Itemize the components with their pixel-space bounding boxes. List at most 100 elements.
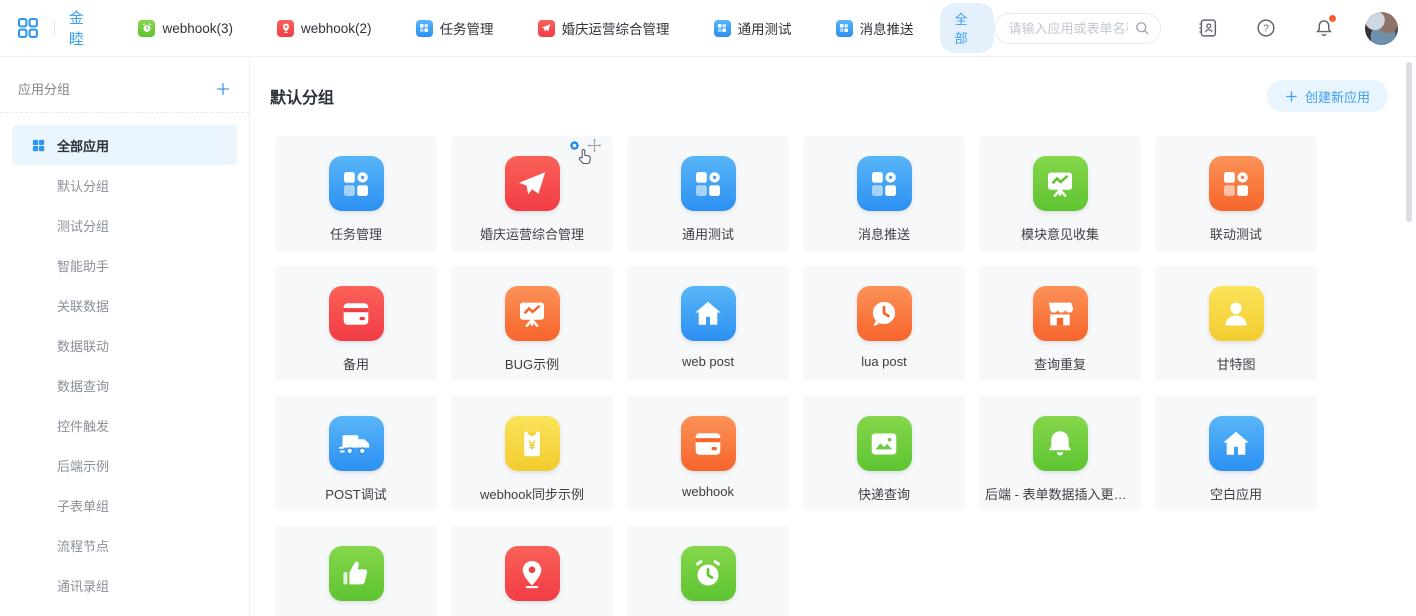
bell-icon bbox=[1033, 416, 1088, 471]
create-app-button[interactable]: 创建新应用 bbox=[1267, 80, 1388, 112]
sidebar-item[interactable]: 默认分组 bbox=[0, 165, 249, 205]
topbar-tab[interactable]: webhook(3) bbox=[138, 20, 233, 37]
tab-label: 消息推送 bbox=[860, 18, 914, 38]
vertical-scrollbar[interactable] bbox=[1406, 62, 1412, 222]
app-card[interactable]: 任务管理 bbox=[275, 136, 437, 251]
sidebar-item[interactable]: 通讯录组 bbox=[0, 565, 249, 605]
sidebar-item-label: 子表单组 bbox=[57, 496, 109, 515]
app-card[interactable]: 查询重复 bbox=[979, 266, 1141, 381]
app-card[interactable]: webhook(3) bbox=[627, 526, 789, 616]
sidebar-item[interactable]: 流程节点 bbox=[0, 525, 249, 565]
tab-label: webhook(2) bbox=[301, 21, 372, 36]
alarm-icon bbox=[681, 546, 736, 601]
sidebar-item-label: 全部应用 bbox=[57, 136, 109, 155]
create-app-label: 创建新应用 bbox=[1305, 87, 1370, 106]
truck-icon bbox=[329, 416, 384, 471]
sidebar-item[interactable]: 子表单组 bbox=[0, 485, 249, 525]
grid-icon bbox=[31, 138, 46, 153]
unread-dot bbox=[1329, 15, 1336, 22]
sidebar-item[interactable]: 计划任务 bbox=[0, 605, 249, 616]
app-name: 甘特图 bbox=[1216, 354, 1255, 373]
app-name: 消息推送 bbox=[858, 224, 910, 243]
topbar-tab[interactable]: 消息推送 bbox=[836, 18, 914, 38]
thumb-icon bbox=[329, 546, 384, 601]
sidebar-item[interactable]: 数据查询 bbox=[0, 365, 249, 405]
app-card[interactable]: BUG示例 bbox=[451, 266, 613, 381]
grid-icon bbox=[681, 156, 736, 211]
page-title: 默认分组 bbox=[270, 84, 334, 108]
app-card[interactable]: 快递查询 bbox=[803, 396, 965, 511]
sidebar-title: 应用分组 bbox=[18, 79, 70, 98]
app-card[interactable]: lua post bbox=[803, 266, 965, 381]
tab-all[interactable]: 全部 bbox=[940, 3, 994, 53]
topbar-tab[interactable]: webhook(2) bbox=[277, 20, 372, 37]
app-grid-logo-icon[interactable] bbox=[16, 15, 40, 41]
move-icon[interactable] bbox=[587, 138, 602, 153]
avatar[interactable] bbox=[1365, 12, 1398, 45]
sidebar-item-label: 数据查询 bbox=[57, 376, 109, 395]
svg-text:¥: ¥ bbox=[528, 437, 536, 452]
app-card[interactable]: 通用测试 bbox=[627, 136, 789, 251]
wallet-icon bbox=[329, 286, 384, 341]
grid-icon bbox=[857, 156, 912, 211]
workspace-name[interactable]: 金睦 bbox=[69, 7, 97, 49]
app-card[interactable]: 消息推送 bbox=[803, 136, 965, 251]
topbar-tab[interactable]: 任务管理 bbox=[416, 18, 494, 38]
sidebar-item-label: 数据联动 bbox=[57, 336, 109, 355]
main-area: 默认分组 创建新应用 任务管理 婚庆运营综合管理 通用测试 消息推送 模块意见收集联动测… bbox=[250, 57, 1416, 616]
app-card[interactable]: 备用 bbox=[275, 266, 437, 381]
topbar-tab[interactable]: 通用测试 bbox=[714, 18, 792, 38]
notification-bell-icon[interactable] bbox=[1313, 17, 1335, 39]
plane-icon bbox=[505, 156, 560, 211]
app-card[interactable]: 联动测试 bbox=[1155, 136, 1317, 251]
grid-icon bbox=[714, 20, 731, 37]
app-name: web post bbox=[682, 354, 734, 369]
sidebar-item[interactable]: 智能助手 bbox=[0, 245, 249, 285]
sidebar-item[interactable]: 控件触发 bbox=[0, 405, 249, 445]
search-icon[interactable] bbox=[1133, 19, 1151, 37]
tab-label: 通用测试 bbox=[738, 18, 792, 38]
app-card[interactable]: 空白应用 bbox=[1155, 396, 1317, 511]
sidebar-group-list: 全部应用默认分组测试分组智能助手关联数据数据联动数据查询控件触发后端示例子表单组… bbox=[0, 125, 249, 616]
sidebar-item-label: 默认分组 bbox=[57, 176, 109, 195]
app-card[interactable]: 模块意见收集 bbox=[979, 136, 1141, 251]
app-card[interactable]: POST调试 bbox=[275, 396, 437, 511]
app-card[interactable]: 婚庆运营综合管理 bbox=[451, 136, 613, 251]
person-icon bbox=[1209, 286, 1264, 341]
sidebar: 应用分组 全部应用默认分组测试分组智能助手关联数据数据联动数据查询控件触发后端示… bbox=[0, 57, 250, 616]
alarm-icon bbox=[138, 20, 155, 37]
gear-icon[interactable] bbox=[567, 138, 582, 153]
app-name: webhook同步示例 bbox=[480, 484, 584, 503]
topbar-tab[interactable]: 婚庆运营综合管理 bbox=[538, 18, 670, 38]
search-box bbox=[994, 13, 1162, 44]
app-name: 婚庆运营综合管理 bbox=[480, 224, 584, 243]
app-name: webhook bbox=[682, 484, 734, 499]
add-group-button[interactable] bbox=[215, 81, 231, 97]
envelope-icon: ¥ bbox=[505, 416, 560, 471]
card-hover-controls bbox=[567, 138, 602, 153]
sidebar-item[interactable]: 数据联动 bbox=[0, 325, 249, 365]
app-name: 通用测试 bbox=[682, 224, 734, 243]
app-card[interactable]: 后端 - 表单数据插入更新... bbox=[979, 396, 1141, 511]
app-card[interactable]: 甘特图 bbox=[1155, 266, 1317, 381]
app-card[interactable]: webhook bbox=[627, 396, 789, 511]
app-card[interactable]: webhook(2) bbox=[451, 526, 613, 616]
grid-icon bbox=[329, 156, 384, 211]
app-name: 任务管理 bbox=[330, 224, 382, 243]
app-card[interactable]: webhook(1) bbox=[275, 526, 437, 616]
divider bbox=[54, 20, 55, 36]
sidebar-item-label: 关联数据 bbox=[57, 296, 109, 315]
app-card[interactable]: ¥ webhook同步示例 bbox=[451, 396, 613, 511]
help-icon[interactable]: ? bbox=[1255, 17, 1277, 39]
sidebar-item[interactable]: 测试分组 bbox=[0, 205, 249, 245]
sidebar-item[interactable]: 关联数据 bbox=[0, 285, 249, 325]
plane-icon bbox=[538, 20, 555, 37]
sidebar-item-label: 后端示例 bbox=[57, 456, 109, 475]
shop-icon bbox=[1033, 286, 1088, 341]
contacts-icon[interactable] bbox=[1197, 17, 1219, 39]
app-card[interactable]: web post bbox=[627, 266, 789, 381]
sidebar-item[interactable]: 全部应用 bbox=[12, 125, 237, 165]
sidebar-item[interactable]: 后端示例 bbox=[0, 445, 249, 485]
grid-icon bbox=[836, 20, 853, 37]
sidebar-item-label: 智能助手 bbox=[57, 256, 109, 275]
